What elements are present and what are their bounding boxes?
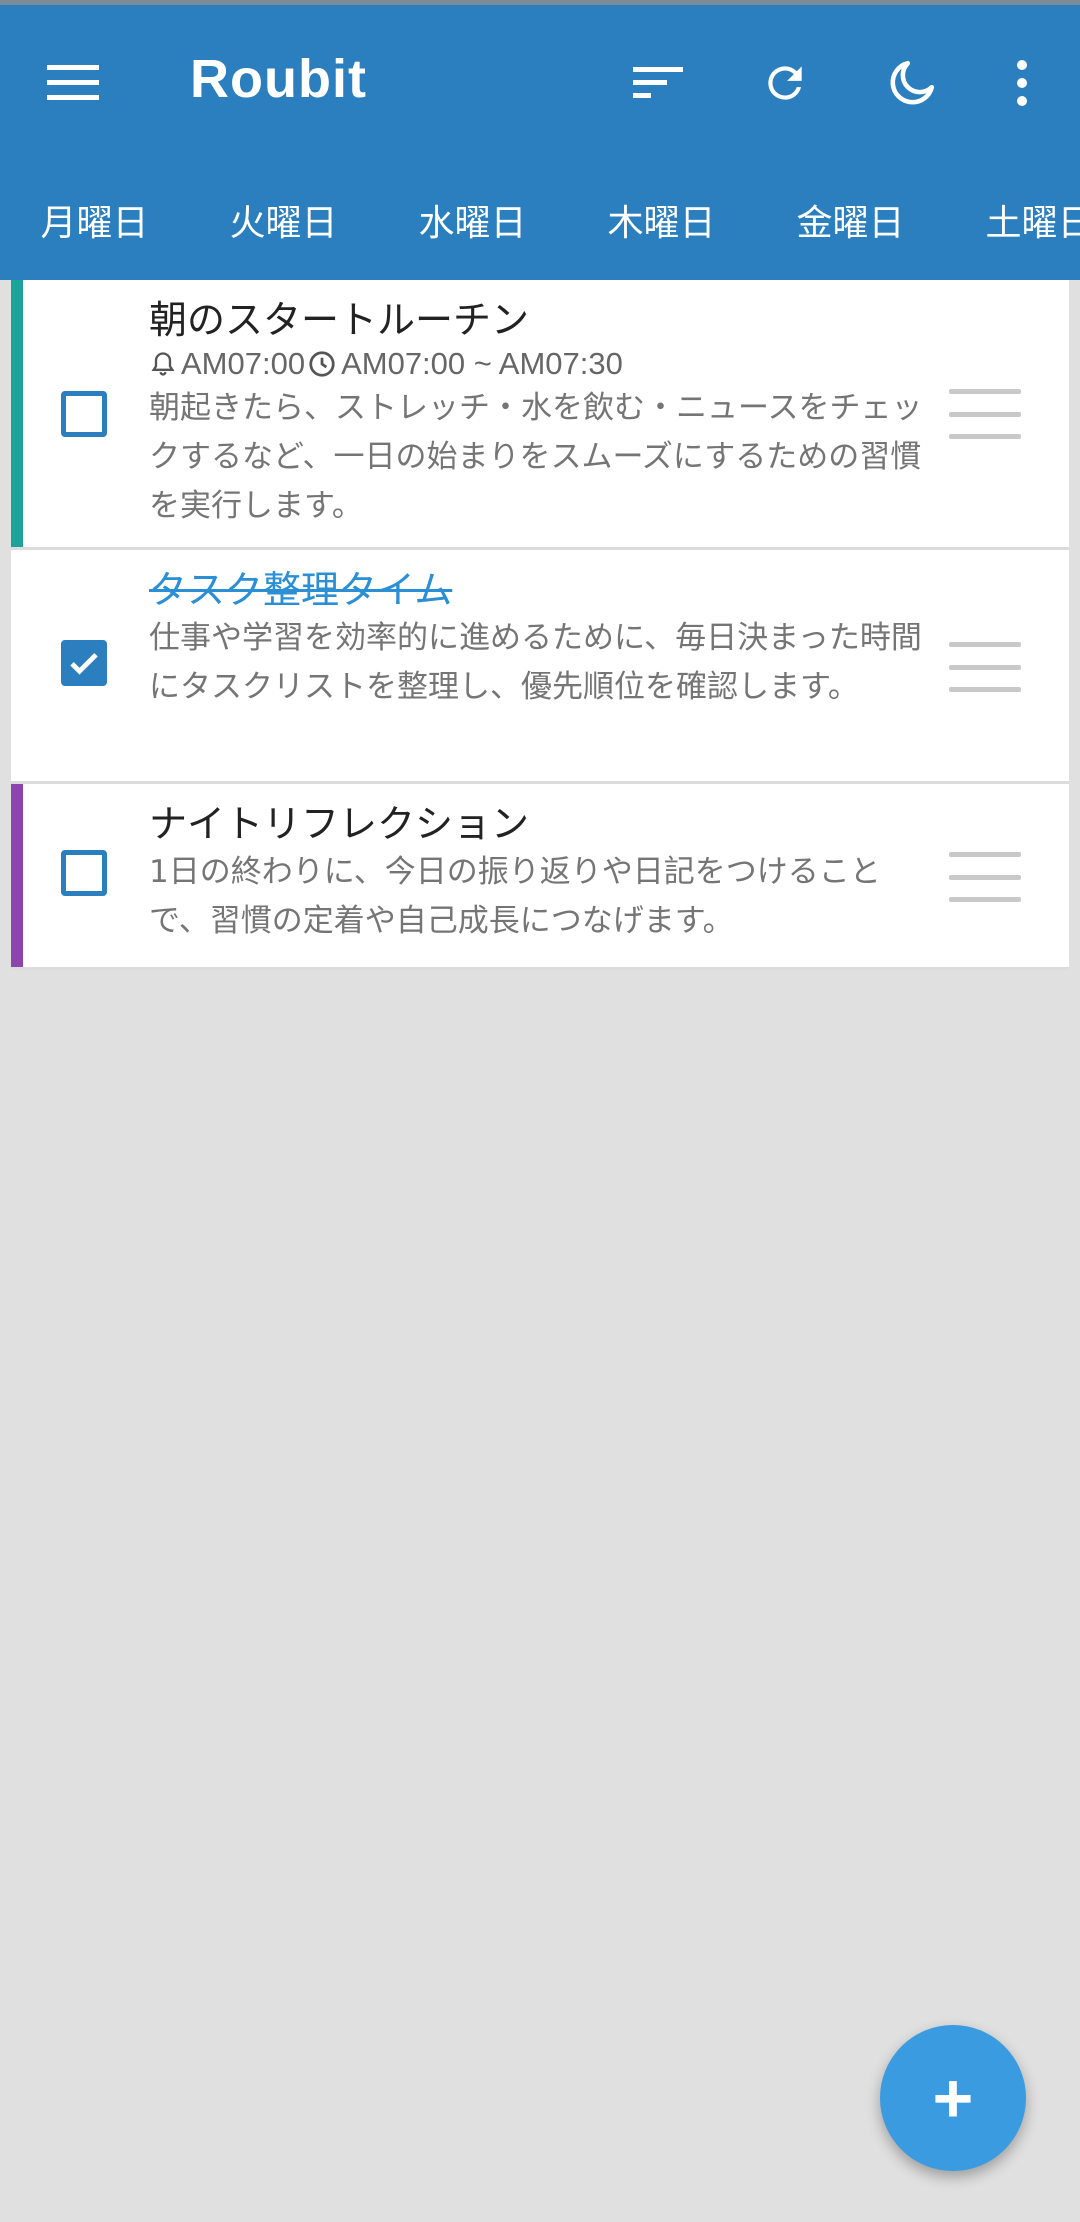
- task-title: ナイトリフレクション: [149, 802, 530, 846]
- moon-icon: [890, 60, 935, 105]
- refresh-icon: [768, 66, 802, 100]
- task-description: 1日の終わりに、今日の振り返りや日記をつけることで、習慣の定着や自己成長につなげ…: [149, 854, 881, 939]
- weekday-tabs: 月曜日 火曜日 水曜日 木曜日 金曜日 土曜日: [0, 155, 1080, 285]
- tab-friday[interactable]: 金曜日: [756, 155, 945, 285]
- app-bar: Roubit 月曜日 火曜日 水曜日 木曜日 金曜日 土曜日: [0, 0, 1080, 285]
- task-description: 仕事や学習を効率的に進めるために、毎日決まった時間にタスクリストを整理し、優先順…: [149, 620, 922, 705]
- time-range: AM07:00 ~ AM07:30: [341, 346, 623, 381]
- sort-button[interactable]: [610, 35, 706, 131]
- task-checkbox[interactable]: [61, 850, 107, 896]
- task-title: 朝のスタートルーチン: [149, 298, 530, 342]
- task-description: 朝起きたら、ストレッチ・水を飲む・ニュースをチェックするなど、一日の始まりをスム…: [149, 390, 923, 524]
- color-stripe: [11, 280, 23, 547]
- alarm-time: AM07:00: [181, 346, 306, 381]
- check-icon: [70, 653, 98, 675]
- drag-handle[interactable]: [949, 642, 1021, 692]
- task-checkbox[interactable]: [61, 391, 107, 437]
- color-stripe: [11, 784, 23, 967]
- more-vert-icon: [1017, 60, 1027, 106]
- add-task-button[interactable]: +: [880, 2025, 1026, 2171]
- task-card[interactable]: タスク整理タイム 仕事や学習を効率的に進めるために、毎日決まった時間にタスクリス…: [11, 550, 1069, 784]
- tab-saturday[interactable]: 土曜日: [945, 155, 1080, 285]
- drag-handle[interactable]: [949, 389, 1021, 439]
- tab-thursday[interactable]: 木曜日: [567, 155, 756, 285]
- tab-label: 月曜日: [40, 203, 149, 244]
- task-body: 朝のスタートルーチン AM07:00 AM07:00 ~ AM07:30 朝起き…: [149, 296, 929, 531]
- task-card[interactable]: ナイトリフレクション 1日の終わりに、今日の振り返りや日記をつけることで、習慣の…: [11, 784, 1069, 970]
- tab-label: 土曜日: [985, 203, 1080, 244]
- task-body: ナイトリフレクション 1日の終わりに、今日の振り返りや日記をつけることで、習慣の…: [149, 800, 929, 946]
- menu-button[interactable]: [25, 35, 121, 131]
- tab-label: 水曜日: [418, 203, 527, 244]
- app-title: Roubit: [190, 49, 367, 109]
- menu-icon: [47, 65, 99, 100]
- more-options-button[interactable]: [974, 35, 1070, 131]
- tab-label: 木曜日: [607, 203, 716, 244]
- task-title: タスク整理タイム: [149, 568, 453, 612]
- task-card[interactable]: 朝のスタートルーチン AM07:00 AM07:00 ~ AM07:30 朝起き…: [11, 280, 1069, 550]
- refresh-button[interactable]: [737, 35, 833, 131]
- plus-icon: +: [932, 2059, 974, 2137]
- drag-handle[interactable]: [949, 852, 1021, 902]
- tab-wednesday[interactable]: 水曜日: [378, 155, 567, 285]
- task-body: タスク整理タイム 仕事や学習を効率的に進めるために、毎日決まった時間にタスクリス…: [149, 566, 929, 712]
- tab-monday[interactable]: 月曜日: [0, 155, 189, 285]
- clock-icon: [307, 349, 337, 379]
- task-list: 朝のスタートルーチン AM07:00 AM07:00 ~ AM07:30 朝起き…: [11, 280, 1069, 970]
- tab-label: 金曜日: [796, 203, 905, 244]
- dark-mode-button[interactable]: [864, 35, 960, 131]
- bell-icon: [149, 350, 177, 378]
- task-time-row: AM07:00 AM07:00 ~ AM07:30: [149, 344, 929, 384]
- toolbar: Roubit: [0, 10, 1080, 155]
- sort-icon: [633, 67, 683, 98]
- task-checkbox[interactable]: [61, 640, 107, 686]
- app-screen: Roubit 月曜日 火曜日 水曜日 木曜日 金曜日 土曜日 朝のスタートルーチ…: [0, 0, 1080, 2222]
- tab-label: 火曜日: [229, 203, 338, 244]
- tab-tuesday[interactable]: 火曜日: [189, 155, 378, 285]
